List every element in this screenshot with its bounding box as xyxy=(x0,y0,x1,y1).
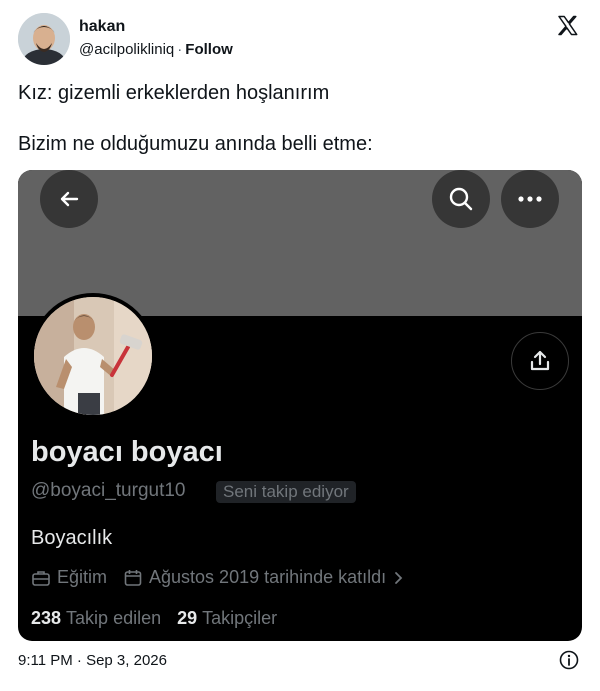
follows-you-badge: Seni takip ediyor xyxy=(216,481,356,503)
joined-label: Ağustos 2019 tarihinde katıldı xyxy=(149,567,387,587)
calendar-icon xyxy=(124,569,142,586)
back-arrow-icon xyxy=(60,191,79,207)
x-logo-icon[interactable] xyxy=(556,14,580,38)
follow-counts: 238 Takip edilen 29 Takipçiler xyxy=(31,608,277,629)
profile-bio: Boyacılık xyxy=(31,527,113,549)
category-label: Eğitim xyxy=(57,567,108,587)
share-button[interactable] xyxy=(511,332,569,390)
profile-avatar[interactable] xyxy=(30,293,156,419)
profile-display-name: boyacı boyacı xyxy=(31,436,223,468)
author-handle-line: @acilpolikliniq · Follow xyxy=(79,41,233,58)
more-icon xyxy=(518,196,542,202)
followers-count[interactable]: 29 Takipçiler xyxy=(177,608,277,629)
joined-item[interactable]: Ağustos 2019 tarihinde katıldı xyxy=(123,567,410,588)
back-button[interactable] xyxy=(40,170,98,228)
chevron-right-icon xyxy=(395,571,403,584)
follow-button[interactable]: Follow xyxy=(185,41,233,58)
category-item: Eğitim xyxy=(31,567,107,588)
briefcase-icon xyxy=(32,570,50,586)
search-icon xyxy=(449,187,473,211)
tweet-timestamp[interactable]: 9:11 PM · Sep 3, 2026 xyxy=(18,652,167,669)
separator: · xyxy=(177,41,183,58)
more-button[interactable] xyxy=(501,170,559,228)
tweet-text-line-1: Kız: gizemli erkeklerden hoşlanırım xyxy=(18,82,330,104)
author-name[interactable]: hakan xyxy=(79,18,125,36)
info-icon[interactable] xyxy=(559,650,579,670)
author-handle[interactable]: @acilpolikliniq xyxy=(79,41,174,58)
search-button[interactable] xyxy=(432,170,490,228)
profile-meta: Eğitim Ağustos 2019 tarihinde katıldı xyxy=(31,567,410,588)
following-count[interactable]: 238 Takip edilen xyxy=(31,608,161,629)
tweet-text-line-2: Bizim ne olduğumuzu anında belli etme: xyxy=(18,133,373,155)
profile-screenshot[interactable]: boyacı boyacı @boyaci_turgut10 Seni taki… xyxy=(18,170,582,641)
author-avatar[interactable] xyxy=(18,13,70,65)
share-icon xyxy=(530,350,550,371)
profile-handle: @boyaci_turgut10 xyxy=(31,480,186,501)
